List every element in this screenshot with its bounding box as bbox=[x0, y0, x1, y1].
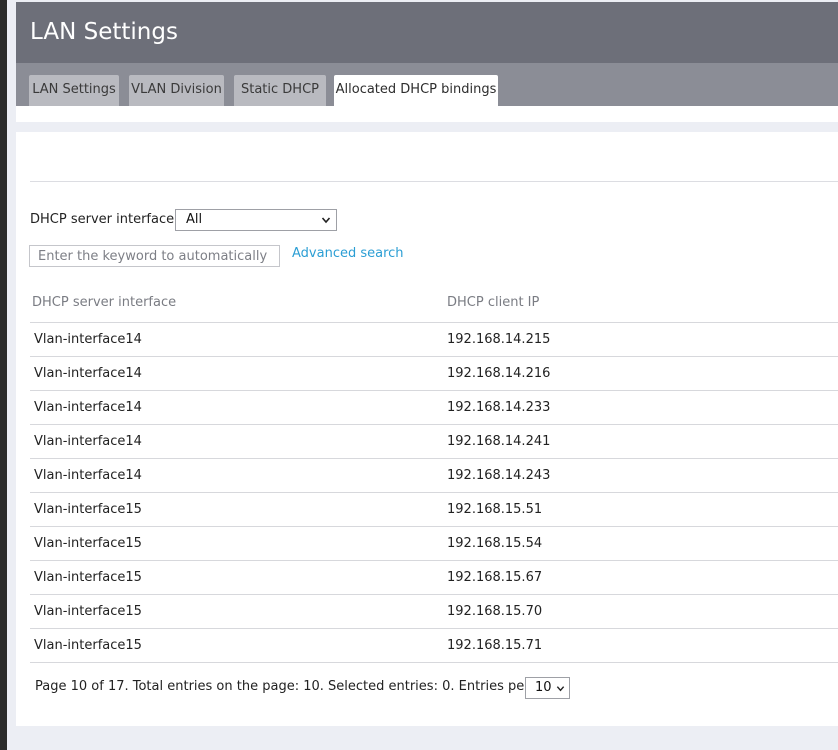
column-header-dhcp-client-ip[interactable]: DHCP client IP bbox=[447, 295, 539, 310]
table-row[interactable]: Vlan-interface15 192.168.15.54 bbox=[30, 526, 838, 560]
window-edge bbox=[0, 0, 7, 750]
divider bbox=[30, 181, 838, 182]
tab-content-top bbox=[16, 106, 838, 122]
entries-per-page-select[interactable]: 10 bbox=[525, 677, 570, 699]
chevron-down-icon bbox=[556, 686, 565, 692]
pagination-summary: Page 10 of 17. Total entries on the page… bbox=[35, 679, 571, 694]
table-row[interactable]: Vlan-interface14 192.168.14.233 bbox=[30, 390, 838, 424]
table-row[interactable]: Vlan-interface15 192.168.15.71 bbox=[30, 628, 838, 663]
chevron-down-icon bbox=[321, 217, 331, 224]
bindings-table: Vlan-interface14 192.168.14.215 Vlan-int… bbox=[30, 322, 838, 663]
cell-interface: Vlan-interface14 bbox=[34, 400, 142, 415]
dhcp-server-interface-select-value: All bbox=[186, 212, 203, 227]
tab-static-dhcp[interactable]: Static DHCP bbox=[234, 75, 326, 106]
keyword-search-placeholder: Enter the keyword to automatically bbox=[38, 249, 268, 264]
cell-interface: Vlan-interface15 bbox=[34, 536, 142, 551]
table-row[interactable]: Vlan-interface14 192.168.14.243 bbox=[30, 458, 838, 492]
tab-bar: LAN Settings VLAN Division Static DHCP A… bbox=[16, 63, 838, 106]
cell-client-ip: 192.168.15.70 bbox=[447, 604, 543, 619]
keyword-search-input[interactable]: Enter the keyword to automatically bbox=[29, 245, 280, 267]
dhcp-server-interface-select[interactable]: All bbox=[175, 209, 337, 231]
cell-client-ip: 192.168.14.215 bbox=[447, 332, 551, 347]
cell-client-ip: 192.168.15.67 bbox=[447, 570, 543, 585]
cell-client-ip: 192.168.14.241 bbox=[447, 434, 551, 449]
cell-interface: Vlan-interface14 bbox=[34, 332, 142, 347]
column-header-dhcp-server-interface[interactable]: DHCP server interface bbox=[32, 295, 176, 310]
tab-vlan-division[interactable]: VLAN Division bbox=[129, 75, 224, 106]
table-row[interactable]: Vlan-interface15 192.168.15.51 bbox=[30, 492, 838, 526]
cell-interface: Vlan-interface15 bbox=[34, 570, 142, 585]
table-row[interactable]: Vlan-interface15 192.168.15.70 bbox=[30, 594, 838, 628]
cell-client-ip: 192.168.15.71 bbox=[447, 638, 543, 653]
table-row[interactable]: Vlan-interface14 192.168.14.215 bbox=[30, 322, 838, 356]
tab-lan-settings[interactable]: LAN Settings bbox=[29, 75, 119, 106]
tab-allocated-dhcp-bindings[interactable]: Allocated DHCP bindings bbox=[334, 75, 498, 106]
table-row[interactable]: Vlan-interface14 192.168.14.216 bbox=[30, 356, 838, 390]
section-separator bbox=[16, 122, 838, 132]
table-row[interactable]: Vlan-interface14 192.168.14.241 bbox=[30, 424, 838, 458]
cell-interface: Vlan-interface14 bbox=[34, 434, 142, 449]
cell-interface: Vlan-interface14 bbox=[34, 366, 142, 381]
cell-client-ip: 192.168.15.51 bbox=[447, 502, 543, 517]
page-title: LAN Settings bbox=[30, 19, 178, 45]
cell-interface: Vlan-interface14 bbox=[34, 468, 142, 483]
cell-interface: Vlan-interface15 bbox=[34, 638, 142, 653]
dhcp-server-interface-label: DHCP server interface bbox=[30, 212, 175, 227]
cell-client-ip: 192.168.15.54 bbox=[447, 536, 543, 551]
entries-per-page-value: 10 bbox=[535, 680, 552, 695]
cell-client-ip: 192.168.14.243 bbox=[447, 468, 551, 483]
cell-client-ip: 192.168.14.216 bbox=[447, 366, 551, 381]
table-row[interactable]: Vlan-interface15 192.168.15.67 bbox=[30, 560, 838, 594]
advanced-search-link[interactable]: Advanced search bbox=[292, 246, 404, 261]
page-header: LAN Settings bbox=[16, 2, 838, 63]
cell-client-ip: 192.168.14.233 bbox=[447, 400, 551, 415]
cell-interface: Vlan-interface15 bbox=[34, 502, 142, 517]
cell-interface: Vlan-interface15 bbox=[34, 604, 142, 619]
